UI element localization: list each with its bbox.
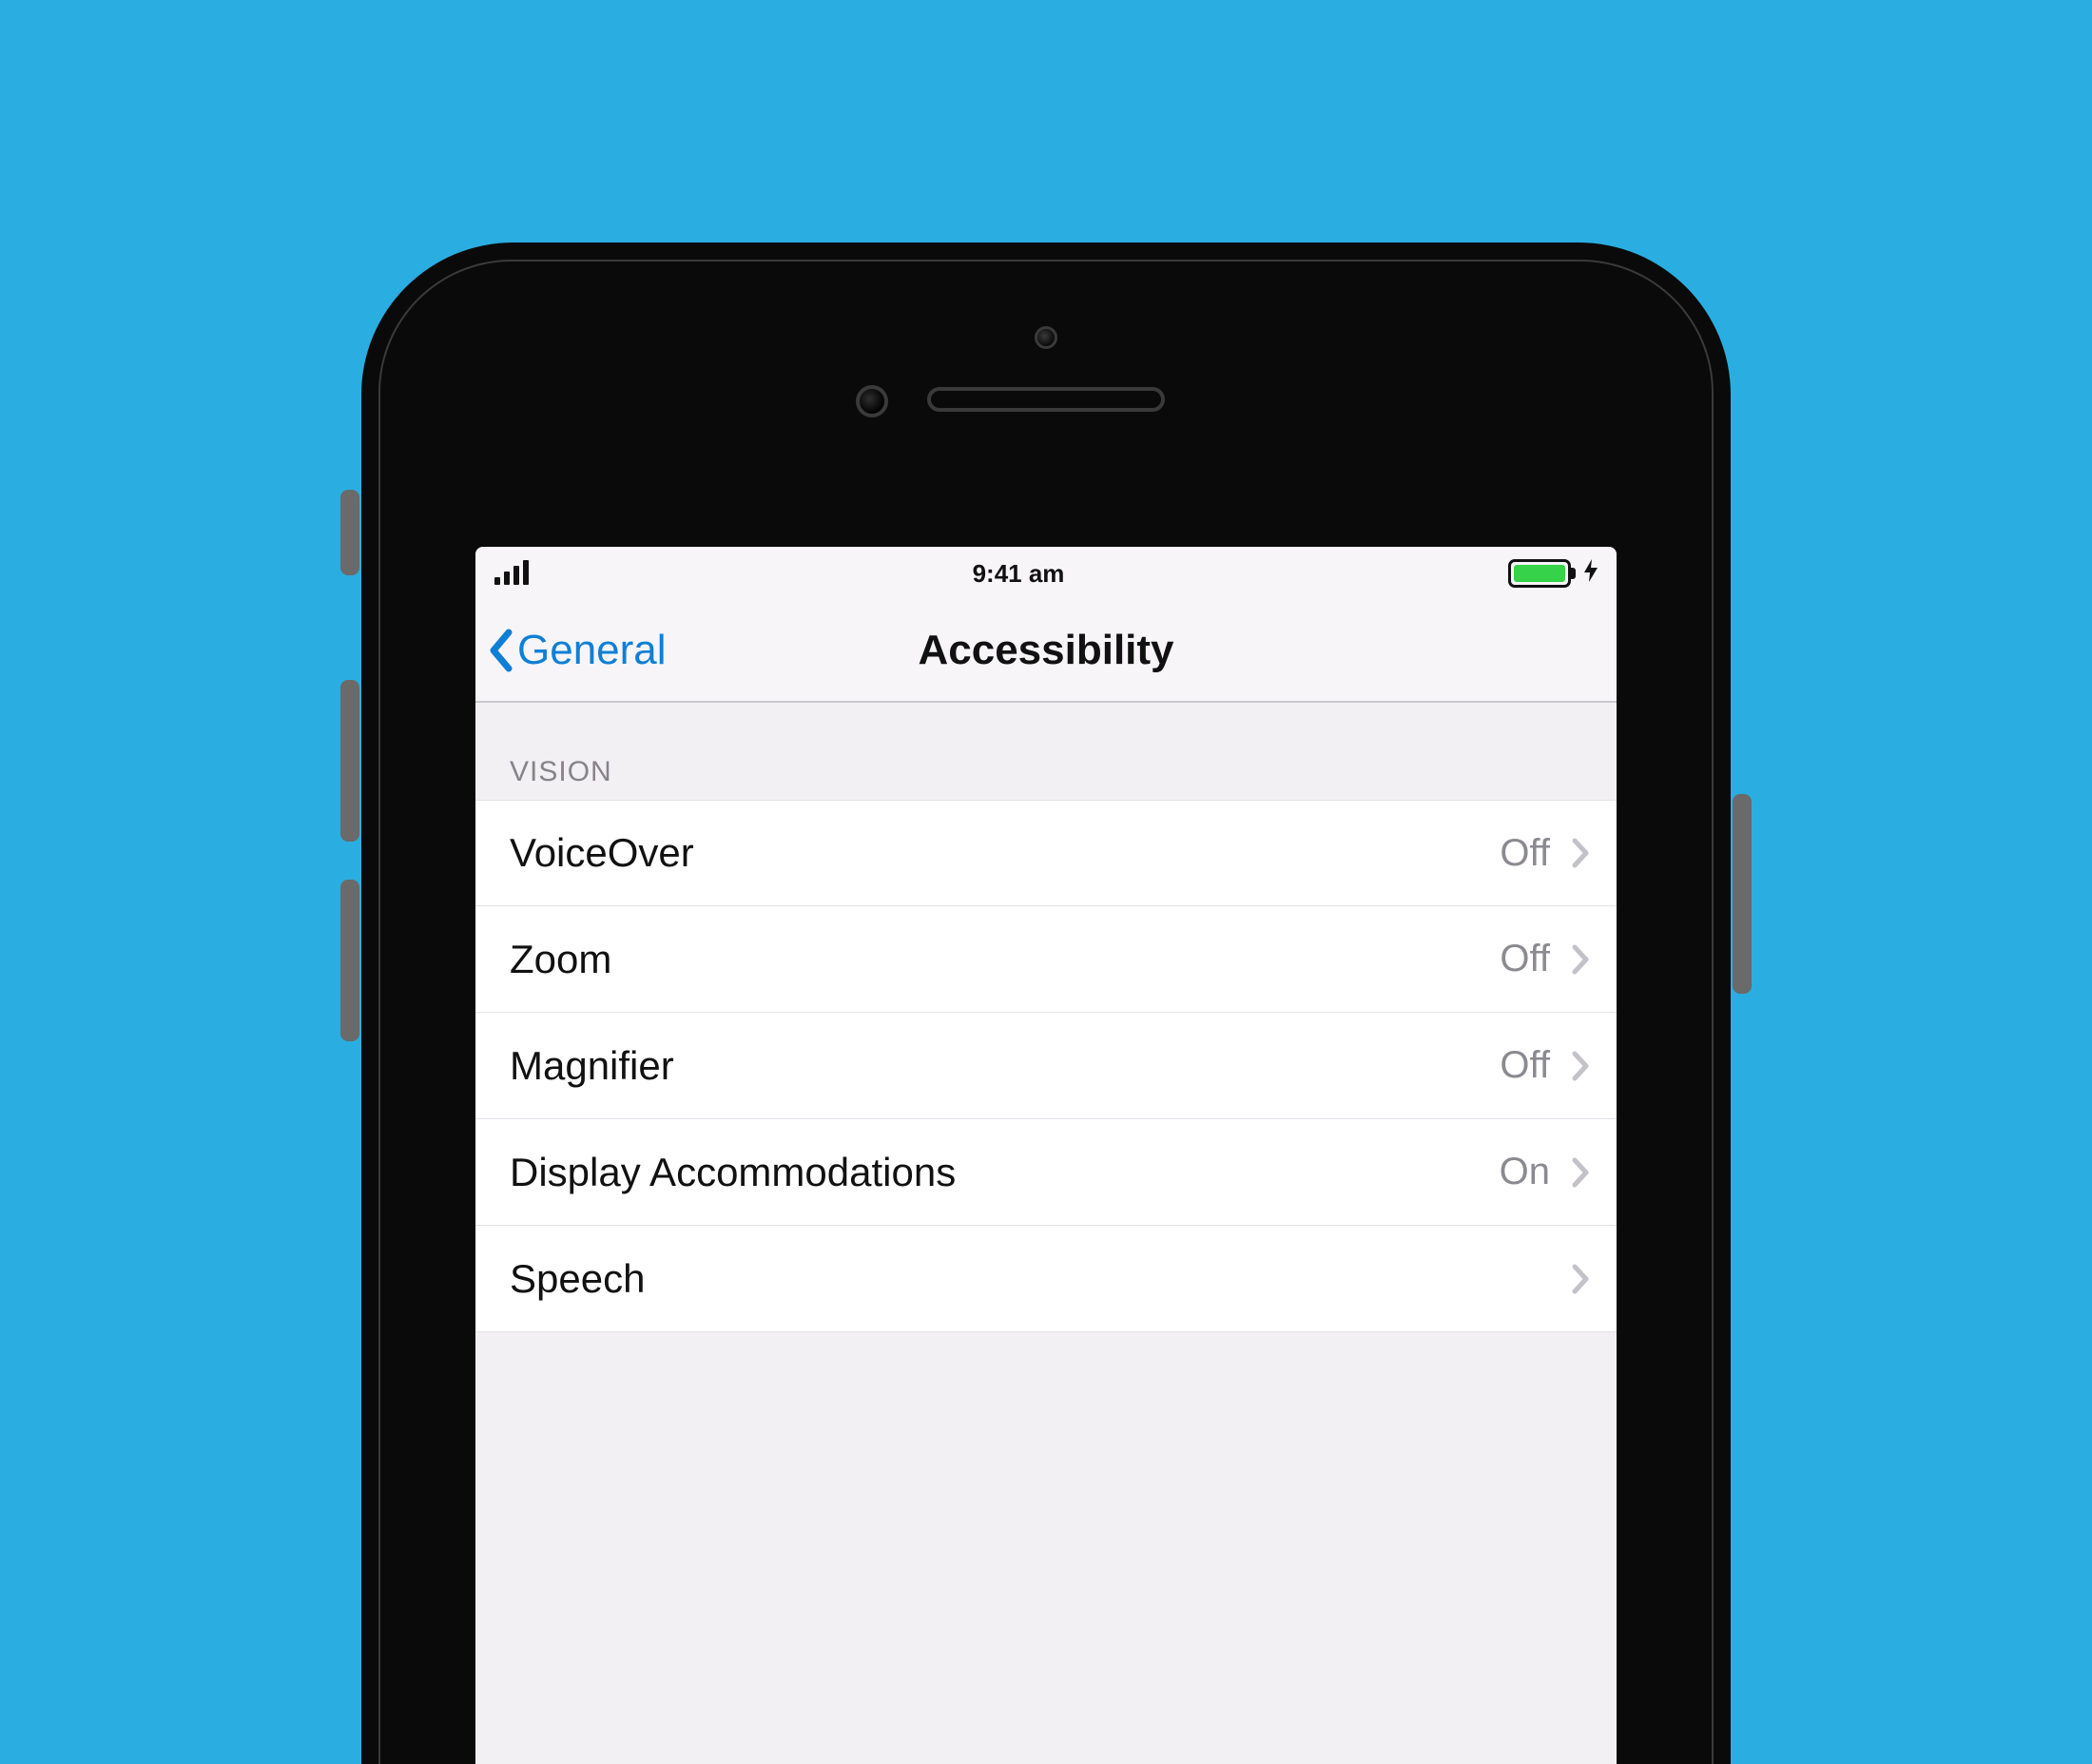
row-label: Speech [510, 1256, 645, 1302]
volume-down-button [340, 880, 359, 1041]
sensor-dot [1035, 326, 1057, 349]
chevron-right-icon [1569, 940, 1592, 979]
navigation-bar: General Accessibility [475, 600, 1617, 703]
chevron-left-icon [483, 624, 517, 677]
volume-up-button [340, 680, 359, 842]
cellular-signal-icon [494, 562, 529, 585]
row-value: Off [1500, 832, 1550, 875]
row-zoom[interactable]: Zoom Off [475, 906, 1617, 1013]
row-magnifier[interactable]: Magnifier Off [475, 1013, 1617, 1119]
back-label: General [517, 627, 667, 674]
chevron-right-icon [1569, 834, 1592, 872]
row-value: On [1500, 1151, 1550, 1193]
charging-icon [1584, 559, 1598, 588]
status-time: 9:41 am [973, 559, 1065, 589]
row-label: Zoom [510, 937, 611, 982]
row-label: Magnifier [510, 1043, 674, 1089]
section-header-vision: VISION [475, 703, 1617, 800]
earpiece-speaker [927, 387, 1165, 412]
phone-frame: 9:41 am General Accessibil [361, 242, 1731, 1764]
row-value: Off [1500, 1044, 1550, 1087]
chevron-right-icon [1569, 1260, 1592, 1298]
phone-body: 9:41 am General Accessibil [361, 242, 1731, 1764]
row-label: Display Accommodations [510, 1150, 956, 1195]
row-voiceover[interactable]: VoiceOver Off [475, 800, 1617, 906]
chevron-right-icon [1569, 1153, 1592, 1192]
back-button[interactable]: General [483, 624, 667, 677]
row-speech[interactable]: Speech [475, 1226, 1617, 1332]
row-value: Off [1500, 938, 1550, 980]
settings-list: VoiceOver Off Zoom Off [475, 800, 1617, 1332]
silence-switch [340, 490, 359, 575]
screen: 9:41 am General Accessibil [475, 547, 1617, 1764]
power-button [1733, 794, 1752, 994]
status-bar: 9:41 am [475, 547, 1617, 600]
row-display-accommodations[interactable]: Display Accommodations On [475, 1119, 1617, 1226]
row-label: VoiceOver [510, 830, 694, 876]
chevron-right-icon [1569, 1047, 1592, 1085]
page-title: Accessibility [918, 627, 1173, 674]
battery-icon [1508, 559, 1571, 588]
front-camera [856, 385, 888, 417]
